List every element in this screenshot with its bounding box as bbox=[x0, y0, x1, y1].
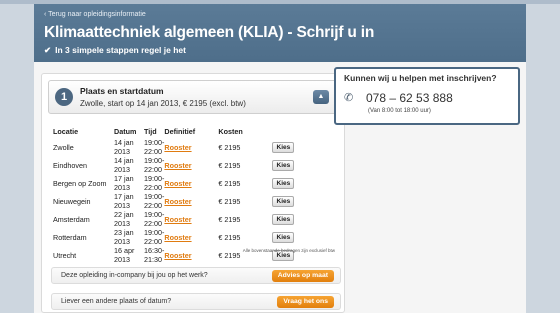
col-definitief: Definitief bbox=[164, 126, 196, 136]
rooster-link[interactable]: Rooster bbox=[164, 143, 191, 152]
cell-kosten: € 2195 bbox=[218, 178, 241, 188]
rooster-link[interactable]: Rooster bbox=[164, 251, 191, 260]
col-locatie: Locatie bbox=[53, 126, 79, 136]
vraag-het-ons-button[interactable]: Vraag het ons bbox=[277, 296, 334, 308]
cell-locatie: Eindhoven bbox=[53, 160, 87, 170]
other-date-question: Liever een andere plaats of datum? bbox=[61, 298, 172, 305]
phone-icon: ✆ bbox=[344, 92, 354, 104]
table-row: Bergen op Zoom 17 jan 2013 19:00-22:00 R… bbox=[53, 174, 304, 192]
cell-datum: 14 jan 2013 bbox=[114, 156, 134, 174]
check-icon: ✔ bbox=[44, 45, 52, 55]
cell-datum: 17 jan 2013 bbox=[114, 192, 134, 210]
course-dates-table: Locatie Datum Tijd Definitief Kosten Zwo… bbox=[53, 124, 304, 264]
page-title: Klimaattechniek algemeen (KLIA) - Schrij… bbox=[44, 24, 375, 41]
cell-tijd: 16:30-21:30 bbox=[144, 246, 165, 264]
cell-kosten: € 2195 bbox=[218, 142, 241, 152]
kies-button[interactable]: Kies bbox=[272, 141, 295, 153]
rooster-link[interactable]: Rooster bbox=[164, 161, 191, 170]
cell-tijd: 19:00-22:00 bbox=[144, 174, 165, 192]
cell-datum: 14 jan 2013 bbox=[114, 138, 134, 156]
rooster-link[interactable]: Rooster bbox=[164, 233, 191, 242]
kies-button[interactable]: Kies bbox=[272, 195, 295, 207]
kies-button[interactable]: Kies bbox=[272, 213, 295, 225]
opening-hours: (Van 8:00 tot 18:00 uur) bbox=[368, 108, 431, 114]
col-action bbox=[272, 124, 304, 138]
table-row: Amsterdam 22 jan 2013 19:00-22:00 Rooste… bbox=[53, 210, 304, 228]
back-link[interactable]: ‹ Terug naar opleidingsinformatie bbox=[44, 11, 146, 18]
table-row: Rotterdam 23 jan 2013 19:00-22:00 Rooste… bbox=[53, 228, 304, 246]
subtitle-text: In 3 simpele stappen regel je het bbox=[55, 45, 186, 55]
cell-locatie: Rotterdam bbox=[53, 232, 87, 242]
col-kosten: Kosten bbox=[218, 126, 243, 136]
rooster-link[interactable]: Rooster bbox=[164, 215, 191, 224]
cell-locatie: Utrecht bbox=[53, 250, 77, 260]
cell-kosten: € 2195 bbox=[218, 232, 241, 242]
help-title: Kunnen wij u helpen met inschrijven? bbox=[344, 73, 497, 83]
rooster-link[interactable]: Rooster bbox=[164, 179, 191, 188]
cell-locatie: Amsterdam bbox=[53, 214, 90, 224]
cell-locatie: Bergen op Zoom bbox=[53, 178, 107, 188]
step-header: 1 Plaats en startdatum Zwolle, start op … bbox=[48, 80, 338, 114]
incompany-question: Deze opleiding in-company bij jou op het… bbox=[61, 272, 208, 279]
cell-tijd: 19:00-22:00 bbox=[144, 138, 165, 156]
cell-tijd: 19:00-22:00 bbox=[144, 210, 165, 228]
col-datum: Datum bbox=[114, 126, 137, 136]
step-card: 1 Plaats en startdatum Zwolle, start op … bbox=[41, 73, 345, 313]
cell-tijd: 19:00-22:00 bbox=[144, 156, 165, 174]
rooster-link[interactable]: Rooster bbox=[164, 197, 191, 206]
incompany-bar: Deze opleiding in-company bij jou op het… bbox=[51, 267, 341, 284]
cell-datum: 17 jan 2013 bbox=[114, 174, 134, 192]
page-header: ‹ Terug naar opleidingsinformatie Klimaa… bbox=[34, 4, 526, 62]
main-content: 1 Plaats en startdatum Zwolle, start op … bbox=[34, 62, 526, 313]
cell-kosten: € 2195 bbox=[218, 160, 241, 170]
table-row: Nieuwegein 17 jan 2013 19:00-22:00 Roost… bbox=[53, 192, 304, 210]
col-tijd: Tijd bbox=[144, 126, 157, 136]
cell-tijd: 19:00-22:00 bbox=[144, 228, 165, 246]
step-title: Plaats en startdatum bbox=[80, 86, 164, 96]
step-summary: Zwolle, start op 14 jan 2013, € 2195 (ex… bbox=[80, 99, 246, 108]
cell-locatie: Zwolle bbox=[53, 142, 74, 152]
page-subtitle: ✔ In 3 simpele stappen regel je het bbox=[44, 45, 186, 56]
price-footnote: Alle bovenstaande bedragen zijn exclusie… bbox=[242, 248, 335, 253]
table-row: Zwolle 14 jan 2013 19:00-22:00 Rooster €… bbox=[53, 138, 304, 156]
other-date-bar: Liever een andere plaats of datum? Vraag… bbox=[51, 293, 341, 310]
help-box: Kunnen wij u helpen met inschrijven? ✆ 0… bbox=[334, 67, 520, 125]
cell-datum: 16 apr 2013 bbox=[114, 246, 135, 264]
cell-tijd: 19:00-22:00 bbox=[144, 192, 165, 210]
cell-kosten: € 2195 bbox=[218, 196, 241, 206]
kies-button[interactable]: Kies bbox=[272, 159, 295, 171]
table-header-row: Locatie Datum Tijd Definitief Kosten bbox=[53, 124, 304, 138]
cell-locatie: Nieuwegein bbox=[53, 196, 91, 206]
cell-datum: 22 jan 2013 bbox=[114, 210, 134, 228]
chevron-up-icon[interactable]: ▲ bbox=[313, 90, 329, 104]
phone-number[interactable]: 078 – 62 53 888 bbox=[366, 91, 453, 105]
kies-button[interactable]: Kies bbox=[272, 177, 295, 189]
kies-button[interactable]: Kies bbox=[272, 231, 295, 243]
cell-kosten: € 2195 bbox=[218, 214, 241, 224]
cell-datum: 23 jan 2013 bbox=[114, 228, 134, 246]
advies-op-maat-button[interactable]: Advies op maat bbox=[271, 270, 334, 282]
table-row: Eindhoven 14 jan 2013 19:00-22:00 Rooste… bbox=[53, 156, 304, 174]
step-number-badge: 1 bbox=[55, 88, 73, 106]
